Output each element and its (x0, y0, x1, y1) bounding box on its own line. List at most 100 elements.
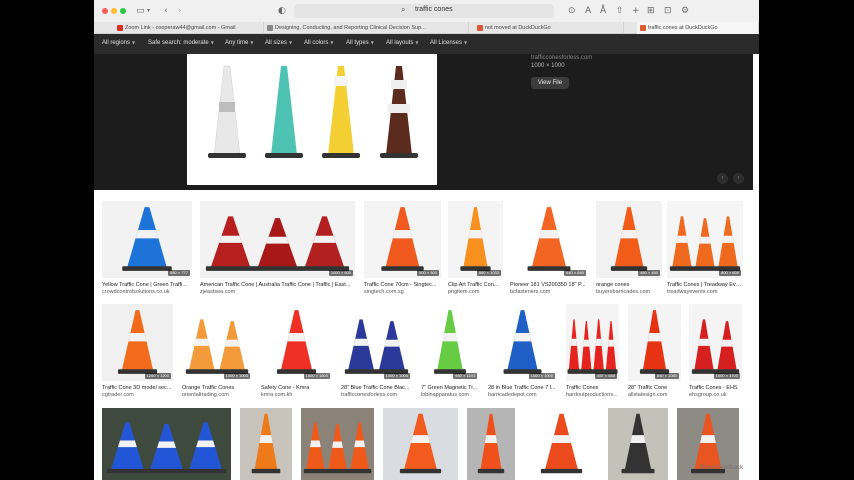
result-title[interactable]: Yellow Traffic Cone | Green Traffi... (102, 282, 192, 288)
result-thumbnail[interactable] (448, 201, 503, 278)
result-title[interactable]: orange cones (596, 282, 662, 288)
filter-type[interactable]: All types ▼ (346, 40, 374, 46)
result-source[interactable]: allstatesign.com (628, 392, 681, 398)
image-result-card[interactable] (240, 408, 292, 480)
chevron-right-icon[interactable]: › (733, 173, 744, 184)
filter-safe-search[interactable]: Safe search: moderate ▼ (148, 40, 214, 46)
reader-icon[interactable]: A (585, 5, 591, 17)
image-result-card[interactable]: 1200 × 1200 Traffic Cone 3D model sec... c… (102, 304, 173, 401)
result-thumbnail[interactable] (102, 201, 192, 278)
image-result-card[interactable] (301, 408, 374, 480)
new-tab-icon[interactable]: + (632, 5, 640, 17)
preview-source[interactable]: trafficconesforless.com (531, 55, 592, 61)
result-title[interactable]: Traffic Cone 3D model sec... (102, 385, 173, 391)
result-thumbnail[interactable] (240, 408, 292, 480)
result-thumbnail[interactable] (341, 304, 412, 381)
result-title[interactable]: Traffic Cones | Treadway Eve... (667, 282, 743, 288)
result-thumbnail[interactable] (524, 408, 599, 480)
image-result-card[interactable]: 860 × 1033 Clip Art Traffic Con... pngitem… (448, 201, 503, 298)
tab-gmail[interactable]: Zoom Link - cooperaw44@gmail.com - Gmail (114, 22, 264, 34)
result-thumbnail[interactable] (421, 304, 479, 381)
image-result-card[interactable]: 500 × 500 Traffic Cone 70cm - Singtec... s… (364, 201, 441, 298)
image-result-card[interactable]: 980 × 1193 7" Green Magnetic Tr... lobinap… (421, 304, 479, 401)
image-result-card[interactable] (383, 408, 458, 480)
result-title[interactable]: Traffic Cones (566, 385, 619, 391)
image-result-card[interactable]: 480 × 480 orange cones buyersbarricades.co… (596, 201, 662, 298)
result-title[interactable]: Pioneer 181 VS200350 18" P... (510, 282, 588, 288)
image-result-card[interactable]: 1600 × 1600 Safety Cone - Kmra kmra.com.kh (261, 304, 332, 401)
image-result-card[interactable] (608, 408, 668, 480)
result-thumbnail[interactable] (628, 304, 681, 381)
result-title[interactable]: American Traffic Cone | Australia Traffi… (200, 282, 355, 288)
image-result-card[interactable]: 580 × 777 Yellow Traffic Cone | Green Tra… (102, 201, 192, 298)
zoom-window-icon[interactable] (120, 8, 126, 14)
image-result-card[interactable]: 1000 × 1000 Orange Traffic Cones orientalt… (182, 304, 252, 401)
result-thumbnail[interactable] (566, 304, 619, 381)
result-title[interactable]: 28" Blue Traffic Cone Blac... (341, 385, 412, 391)
result-thumbnail[interactable] (182, 304, 252, 381)
result-source[interactable]: bcfasteners.com (510, 289, 588, 295)
result-title[interactable]: Clip Art Traffic Con... (448, 282, 503, 288)
result-thumbnail[interactable] (364, 201, 441, 278)
result-source[interactable]: crowdcontrolsolutions.co.uk (102, 289, 192, 295)
forward-icon[interactable]: › (178, 5, 182, 17)
result-thumbnail[interactable] (608, 408, 668, 480)
filter-color[interactable]: All colors ▼ (304, 40, 333, 46)
result-source[interactable]: buyersbarricades.com (596, 289, 662, 295)
result-thumbnail[interactable] (200, 201, 355, 278)
share-icon[interactable]: ⇧ (616, 5, 624, 17)
result-source[interactable]: orientaltrading.com (182, 392, 252, 398)
result-thumbnail[interactable] (102, 304, 173, 381)
privacy-shield-icon[interactable]: ◐ (278, 5, 286, 17)
share-feedback-button[interactable]: Share Feedback (699, 465, 743, 471)
result-source[interactable]: pngitem.com (448, 289, 503, 295)
result-source[interactable]: barricadedepot.com (488, 392, 557, 398)
image-result-card[interactable]: 457 × 640 Traffic Cones hardoutproductions… (566, 304, 619, 401)
result-source[interactable]: hardoutproductions... (566, 392, 619, 398)
result-source[interactable]: kmra.com.kh (261, 392, 332, 398)
image-result-card[interactable]: 640 × 640 Pioneer 181 VS200350 18" P... bc… (510, 201, 588, 298)
image-result-card[interactable]: 800 × 600 Traffic Cones | Treadway Eve...… (667, 201, 743, 298)
sidebar-icon[interactable]: ▭ (136, 5, 145, 17)
filter-size[interactable]: All sizes ▼ (265, 40, 292, 46)
extensions-icon[interactable]: ⊡ (664, 5, 672, 17)
back-icon[interactable]: ‹ (164, 5, 168, 17)
tab-overview-icon[interactable]: ⊞ (647, 5, 655, 17)
result-source[interactable]: trafficconesforless.com (341, 392, 412, 398)
result-thumbnail[interactable] (383, 408, 458, 480)
preview-image[interactable] (187, 54, 437, 185)
result-source[interactable]: lobinapparatus.com (421, 392, 479, 398)
result-title[interactable]: 28 in Blue Traffic Cone 7 l... (488, 385, 557, 391)
chevron-down-icon[interactable]: ▾ (147, 5, 150, 17)
result-thumbnail[interactable] (301, 408, 374, 480)
result-title[interactable]: 7" Green Magnetic Tr... (421, 385, 479, 391)
image-result-card[interactable] (467, 408, 515, 480)
view-file-button[interactable]: View File (531, 77, 569, 89)
result-source[interactable]: zjeastsea.com (200, 289, 355, 295)
result-source[interactable]: cgtrader.com (102, 392, 173, 398)
result-title[interactable]: Safety Cone - Kmra (261, 385, 332, 391)
result-title[interactable]: Orange Traffic Cones (182, 385, 252, 391)
tab-paper[interactable]: Designing, Conducting, and Reporting Cli… (264, 22, 469, 34)
result-thumbnail[interactable] (596, 201, 662, 278)
result-source[interactable]: treadwayevents.com (667, 289, 743, 295)
image-result-card[interactable] (524, 408, 599, 480)
close-window-icon[interactable] (102, 8, 108, 14)
filter-license[interactable]: All Licenses ▼ (430, 40, 467, 46)
result-source[interactable]: ehsgroup.co.uk (689, 392, 742, 398)
filter-layout[interactable]: All layouts ▼ (386, 40, 418, 46)
tab-duckduckgo-traffic-cones[interactable]: traffic cones at DuckDuckGo (637, 22, 759, 34)
result-thumbnail[interactable] (102, 408, 231, 480)
result-thumbnail[interactable] (667, 201, 743, 278)
image-result-card[interactable] (102, 408, 231, 480)
image-result-card[interactable]: 1000 × 1000 28" Blue Traffic Cone Blac...… (341, 304, 412, 401)
chevron-left-icon[interactable]: ‹ (717, 173, 728, 184)
image-result-card[interactable]: 1000 × 1000 28 in Blue Traffic Cone 7 l..… (488, 304, 557, 401)
result-title[interactable]: Traffic Cones - EHS (689, 385, 742, 391)
translate-icon[interactable]: Å (600, 5, 606, 17)
download-icon[interactable]: ⊙ (568, 5, 576, 17)
result-thumbnail[interactable] (510, 201, 588, 278)
result-thumbnail[interactable] (261, 304, 332, 381)
tab-duckduckgo-not-moved[interactable]: not moved at DuckDuckGo (474, 22, 624, 34)
result-title[interactable]: 28" Traffic Cone (628, 385, 681, 391)
